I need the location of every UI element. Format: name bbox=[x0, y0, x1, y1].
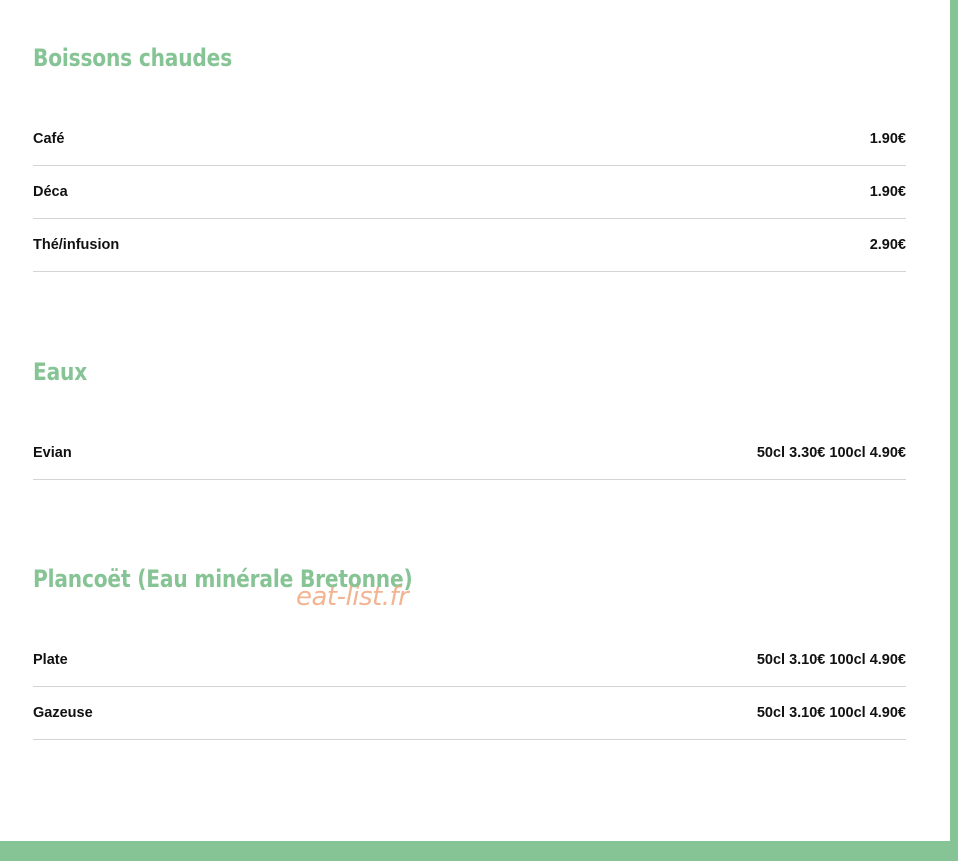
item-list: Café 1.90€ Déca 1.90€ Thé/infusion 2.90€ bbox=[33, 113, 906, 272]
list-item: Thé/infusion 2.90€ bbox=[33, 219, 906, 272]
list-item: Evian 50cl 3.30€ 100cl 4.90€ bbox=[33, 427, 906, 480]
item-name: Thé/infusion bbox=[33, 237, 120, 253]
list-item: Café 1.90€ bbox=[33, 113, 906, 166]
item-price: 50cl 3.10€ 100cl 4.90€ bbox=[756, 652, 906, 668]
list-item: Déca 1.90€ bbox=[33, 166, 906, 219]
list-item: Plate 50cl 3.10€ 100cl 4.90€ bbox=[33, 634, 906, 687]
item-price: 50cl 3.10€ 100cl 4.90€ bbox=[756, 705, 906, 721]
item-name: Déca bbox=[33, 184, 68, 200]
section-title: Eaux bbox=[33, 358, 88, 386]
section-boissons-chaudes: Boissons chaudes Café 1.90€ Déca 1.90€ T… bbox=[33, 43, 906, 272]
item-name: Plate bbox=[33, 652, 68, 668]
section-plancoet: Plancoët (Eau minérale Bretonne) Plate 5… bbox=[33, 564, 906, 740]
item-name: Gazeuse bbox=[33, 705, 93, 721]
section-title: Boissons chaudes bbox=[33, 44, 233, 72]
list-item: Gazeuse 50cl 3.10€ 100cl 4.90€ bbox=[33, 687, 906, 740]
item-price: 2.90€ bbox=[869, 237, 906, 253]
item-price: 50cl 3.30€ 100cl 4.90€ bbox=[756, 445, 906, 461]
item-name: Evian bbox=[33, 445, 72, 461]
right-border bbox=[950, 0, 958, 861]
item-list: Evian 50cl 3.30€ 100cl 4.90€ bbox=[33, 427, 906, 480]
item-list: Plate 50cl 3.10€ 100cl 4.90€ Gazeuse 50c… bbox=[33, 634, 906, 740]
item-price: 1.90€ bbox=[869, 131, 906, 147]
section-eaux: Eaux Evian 50cl 3.30€ 100cl 4.90€ bbox=[33, 357, 906, 480]
bottom-border bbox=[0, 841, 958, 861]
item-price: 1.90€ bbox=[869, 184, 906, 200]
item-name: Café bbox=[33, 131, 65, 147]
watermark: eat-list.fr bbox=[296, 582, 409, 612]
